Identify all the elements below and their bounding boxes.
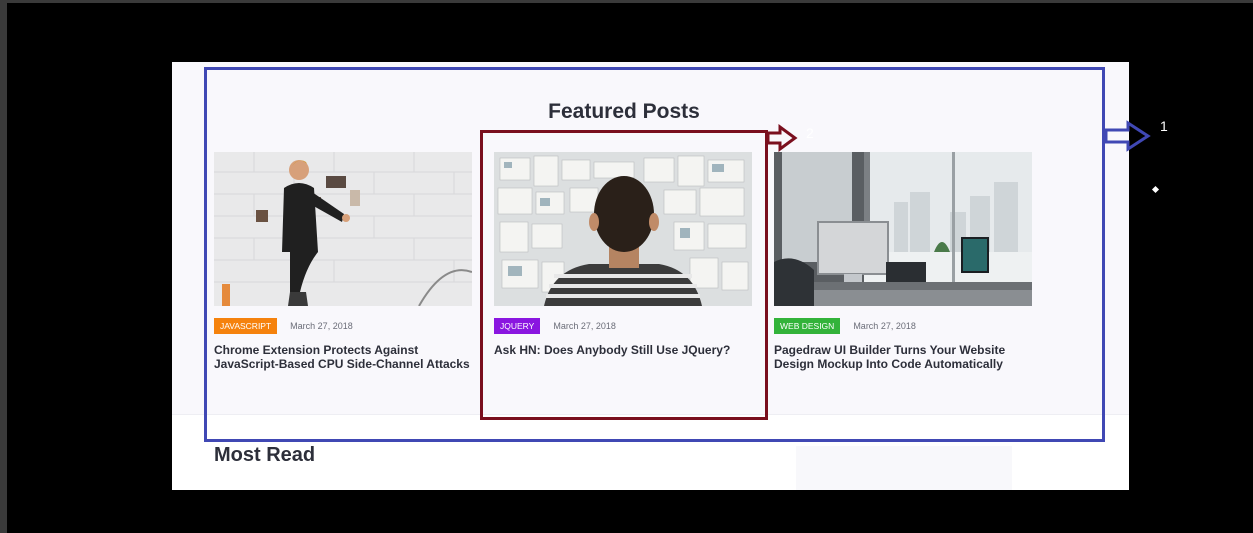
post-title[interactable]: Pagedraw UI Builder Turns Your Website D…: [774, 343, 1032, 371]
most-read-title: Most Read: [214, 444, 316, 466]
post-card-jquery[interactable]: JQUERY March 27, 2018 Ask HN: Does Anybo…: [494, 152, 752, 357]
post-date: March 27, 2018: [553, 321, 616, 331]
web-page: Featured Posts JAVASCRIPT March 27, 2018…: [172, 62, 1129, 490]
post-date: March 27, 2018: [290, 321, 353, 331]
post-card-javascript[interactable]: JAVASCRIPT March 27, 2018 Chrome Extensi…: [214, 152, 472, 371]
window-left-border: [0, 0, 7, 533]
post-meta: JAVASCRIPT March 27, 2018: [214, 318, 472, 334]
post-title[interactable]: Ask HN: Does Anybody Still Use JQuery?: [494, 343, 752, 357]
post-card-web-design[interactable]: WEB DESIGN March 27, 2018 Pagedraw UI Bu…: [774, 152, 1032, 371]
post-title[interactable]: Chrome Extension Protects Against JavaSc…: [214, 343, 472, 371]
post-date: March 27, 2018: [853, 321, 916, 331]
sidebar-widget: [796, 446, 1012, 490]
annotation-label-1: 1: [1160, 118, 1168, 134]
annotation-label-2: 2: [806, 125, 814, 141]
window-top-border: [0, 0, 1253, 3]
post-image-office-desk[interactable]: [774, 152, 1032, 306]
post-meta: WEB DESIGN March 27, 2018: [774, 318, 1032, 334]
cursor-dot: [1151, 185, 1160, 194]
featured-posts-title: Featured Posts: [548, 100, 700, 123]
category-tag[interactable]: WEB DESIGN: [774, 318, 841, 334]
category-tag[interactable]: JAVASCRIPT: [214, 318, 278, 334]
post-image-man-at-moodboard[interactable]: [494, 152, 752, 306]
category-tag[interactable]: JQUERY: [494, 318, 541, 334]
post-meta: JQUERY March 27, 2018: [494, 318, 752, 334]
post-image-man-at-wall[interactable]: [214, 152, 472, 306]
featured-posts-section: Featured Posts JAVASCRIPT March 27, 2018…: [172, 62, 1129, 415]
